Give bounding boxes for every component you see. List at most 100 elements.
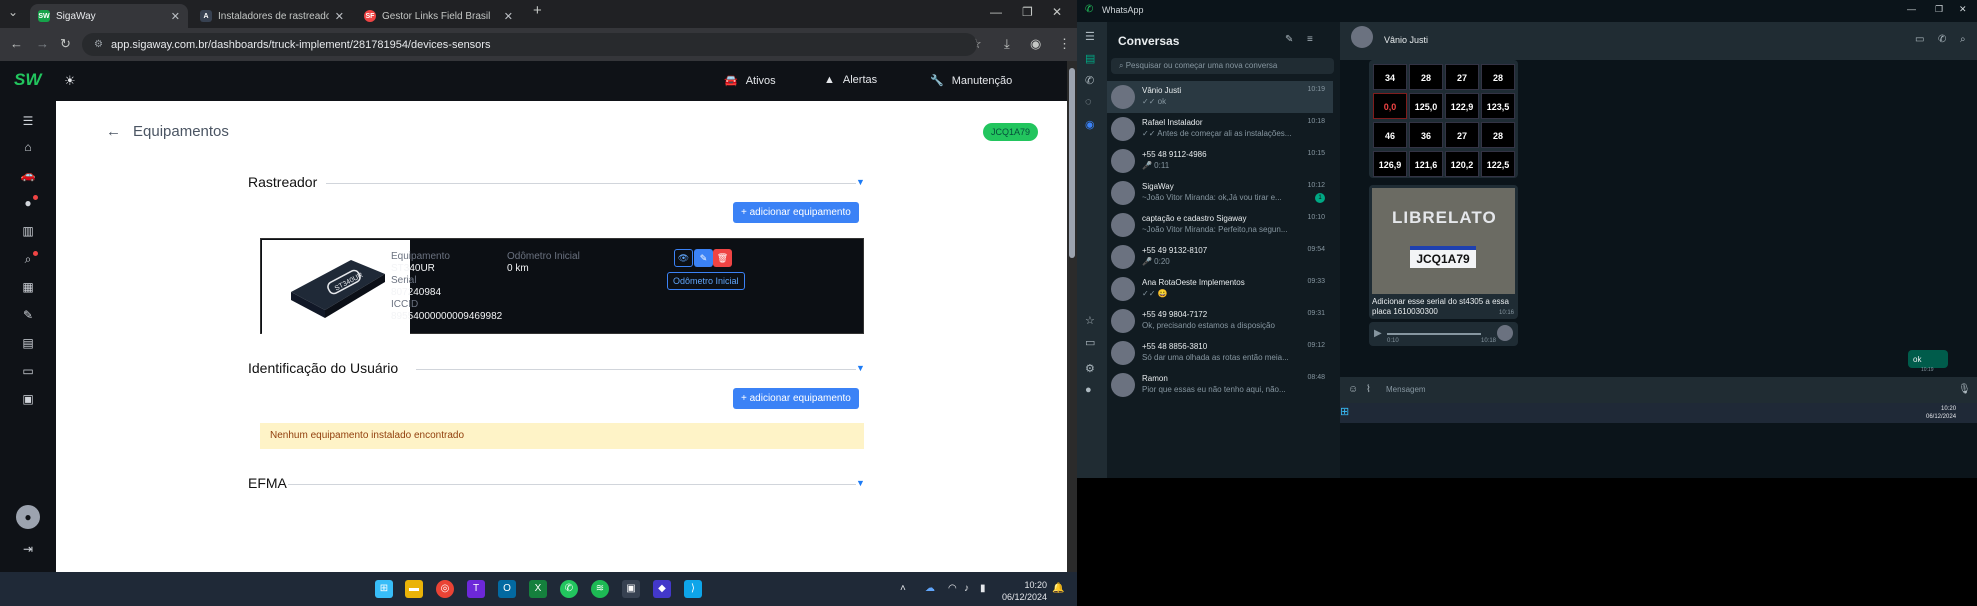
- channels-icon[interactable]: ◉: [1085, 118, 1095, 131]
- contact-name[interactable]: Vânio Justi: [1384, 35, 1428, 45]
- notification-bell-icon[interactable]: 🔔: [1052, 580, 1064, 598]
- collapse-triangle-icon[interactable]: ▼: [856, 478, 865, 488]
- minimize-icon[interactable]: —: [1907, 4, 1916, 14]
- sigaway-logo[interactable]: SW: [14, 70, 41, 90]
- user-icon[interactable]: ●: [20, 195, 38, 211]
- audio-message[interactable]: ▶ 0:10 10:18: [1369, 322, 1518, 346]
- chat-item[interactable]: SigaWay 10:12 ~João Vitor Miranda: ok,Já v…: [1107, 177, 1333, 209]
- reload-icon[interactable]: ↻: [60, 36, 71, 52]
- wifi-icon[interactable]: ◠: [948, 580, 957, 598]
- taskbar-clock[interactable]: 10:20 06/12/2024: [1002, 579, 1047, 603]
- profile-icon[interactable]: ◉: [1030, 36, 1041, 52]
- devices-icon[interactable]: ▭: [20, 363, 36, 379]
- view-eye-button[interactable]: 👁: [674, 249, 693, 267]
- voice-call-icon[interactable]: ✆: [1938, 34, 1946, 45]
- search-icon[interactable]: ⌕: [1960, 34, 1966, 45]
- scroll-thumb[interactable]: [1069, 68, 1075, 258]
- tab-gestor-links[interactable]: SF Gestor Links Field Brasil ✕: [356, 4, 521, 28]
- chat-item[interactable]: +55 49 9132-8107 09:54 🎤 0:20: [1107, 241, 1333, 273]
- microphone-icon[interactable]: 🎙: [1958, 384, 1971, 395]
- chat-item[interactable]: +55 48 9112-4986 10:15 🎤 0:11: [1107, 145, 1333, 177]
- status-icon[interactable]: ◌: [1085, 96, 1092, 108]
- tab-instaladores[interactable]: A Instaladores de rastreador - O q ✕: [192, 4, 352, 28]
- forward-icon[interactable]: →: [36, 36, 49, 51]
- nav-manutencao[interactable]: 🔧 Manutenção: [930, 74, 1012, 88]
- excel-icon[interactable]: X: [529, 580, 547, 598]
- nav-alertas[interactable]: ▲ Alertas: [824, 74, 877, 86]
- tab-search-icon[interactable]: ⌄: [8, 5, 18, 19]
- conversation-header[interactable]: Vânio Justi ▭ ✆ ⌕: [1340, 22, 1977, 60]
- taskbar-clock[interactable]: 10:20 06/12/2024: [1926, 405, 1956, 421]
- whatsapp-icon[interactable]: ✆: [560, 580, 578, 598]
- filter-icon[interactable]: ≡: [1307, 34, 1313, 45]
- menu-dots-icon[interactable]: ⋮: [1058, 36, 1071, 52]
- emoji-icon[interactable]: ☺: [1348, 384, 1358, 395]
- close-icon[interactable]: ✕: [335, 10, 344, 23]
- add-equipment-button[interactable]: + adicionar equipamento: [733, 388, 859, 409]
- restore-icon[interactable]: ❐: [1935, 4, 1943, 15]
- settings-gear-icon[interactable]: ⚙: [1085, 362, 1095, 375]
- play-icon[interactable]: ▶: [1374, 328, 1382, 339]
- restore-icon[interactable]: ❐: [1022, 5, 1033, 19]
- battery-icon[interactable]: ▮: [980, 580, 986, 598]
- new-chat-icon[interactable]: ✎: [1285, 34, 1293, 45]
- chat-item[interactable]: Rafael Instalador 10:18 ✓✓ Antes de começa…: [1107, 113, 1333, 145]
- download-icon[interactable]: ⤓: [1004, 36, 1010, 52]
- audio-waveform[interactable]: [1387, 333, 1481, 335]
- tire-pressure-image[interactable]: 34 28 27 28 0,0 125,0 122,9 123,5 46 36 27 28 126,9 1…: [1369, 60, 1518, 178]
- tools-icon[interactable]: ✎: [20, 307, 36, 323]
- avatar[interactable]: ●: [16, 505, 40, 529]
- profile-avatar[interactable]: ●: [1085, 384, 1092, 396]
- tab-sigaway[interactable]: SW SigaWay ✕: [30, 4, 188, 28]
- theme-sun-icon[interactable]: ☀: [64, 73, 76, 89]
- search-report-icon[interactable]: ⌕: [20, 251, 38, 267]
- close-icon[interactable]: ✕: [171, 10, 180, 23]
- onedrive-icon[interactable]: ☁: [925, 580, 935, 598]
- calendar-icon[interactable]: ▦: [20, 279, 36, 295]
- archive-icon[interactable]: ▭: [1085, 336, 1095, 349]
- chat-item[interactable]: Ramon 08:48 Pior que essas eu não tenho aq…: [1107, 369, 1333, 401]
- tray-chevron-icon[interactable]: ˄: [900, 580, 906, 598]
- starred-icon[interactable]: ☆: [1085, 314, 1095, 327]
- back-arrow-icon[interactable]: ←: [106, 123, 121, 140]
- chat-item[interactable]: +55 49 9804-7172 09:31 Ok, precisando esta…: [1107, 305, 1333, 337]
- address-bar[interactable]: ⚙ app.sigaway.com.br/dashboards/truck-im…: [82, 33, 977, 56]
- windows-start-icon[interactable]: ⊞: [375, 580, 393, 598]
- menu-icon[interactable]: ☰: [1085, 30, 1095, 43]
- hamburger-icon[interactable]: ☰: [20, 113, 36, 129]
- calls-icon[interactable]: ✆: [1085, 74, 1094, 87]
- collapse-triangle-icon[interactable]: ▼: [856, 177, 865, 187]
- id-card-icon[interactable]: ▤: [20, 335, 36, 351]
- report-icon[interactable]: ▣: [20, 391, 36, 407]
- chat-search-input[interactable]: ⌕ Pesquisar ou começar uma nova conversa: [1111, 58, 1334, 74]
- home-icon[interactable]: ⌂: [20, 139, 36, 155]
- chat-item[interactable]: +55 48 8856-3810 09:12 Só dar uma olhada a…: [1107, 337, 1333, 369]
- site-info-icon[interactable]: ⚙: [94, 39, 103, 50]
- outgoing-message[interactable]: ok 10:19: [1908, 350, 1948, 373]
- chat-item[interactable]: captação e cadastro Sigaway 10:10 ~João Vi…: [1107, 209, 1333, 241]
- new-tab-icon[interactable]: +: [533, 2, 542, 19]
- volume-icon[interactable]: ♪: [964, 580, 969, 598]
- chat-item[interactable]: Ana RotaOeste Implementos 09:33 ✓✓ 😀: [1107, 273, 1333, 305]
- spotify-icon[interactable]: ≋: [591, 580, 609, 598]
- edit-pencil-button[interactable]: ✎: [694, 249, 713, 267]
- delete-trash-button[interactable]: 🗑: [713, 249, 732, 267]
- chrome-icon[interactable]: ◎: [436, 580, 454, 598]
- attach-clip-icon[interactable]: ⌇: [1366, 384, 1371, 395]
- file-explorer-icon[interactable]: ▬: [405, 580, 423, 598]
- video-call-icon[interactable]: ▭: [1915, 34, 1924, 45]
- collapse-triangle-icon[interactable]: ▼: [856, 363, 865, 373]
- truck-photo-message[interactable]: LIBRELATO JCQ1A79 Adicionar esse serial …: [1369, 185, 1518, 319]
- message-input[interactable]: Mensagem: [1386, 385, 1426, 394]
- nav-ativos[interactable]: 🚘 Ativos: [724, 74, 776, 88]
- close-icon[interactable]: ✕: [504, 10, 513, 23]
- add-equipment-button[interactable]: + adicionar equipamento: [733, 202, 859, 223]
- chart-icon[interactable]: ▥: [20, 223, 36, 239]
- teams-icon[interactable]: T: [467, 580, 485, 598]
- contact-avatar[interactable]: [1351, 26, 1373, 48]
- app-icon[interactable]: ◆: [653, 580, 671, 598]
- chat-item[interactable]: Vânio Justi 10:19 ✓✓ ok: [1107, 81, 1333, 113]
- logout-icon[interactable]: ⇥: [20, 541, 36, 557]
- app-icon[interactable]: ▣: [622, 580, 640, 598]
- minimize-icon[interactable]: —: [990, 5, 1002, 19]
